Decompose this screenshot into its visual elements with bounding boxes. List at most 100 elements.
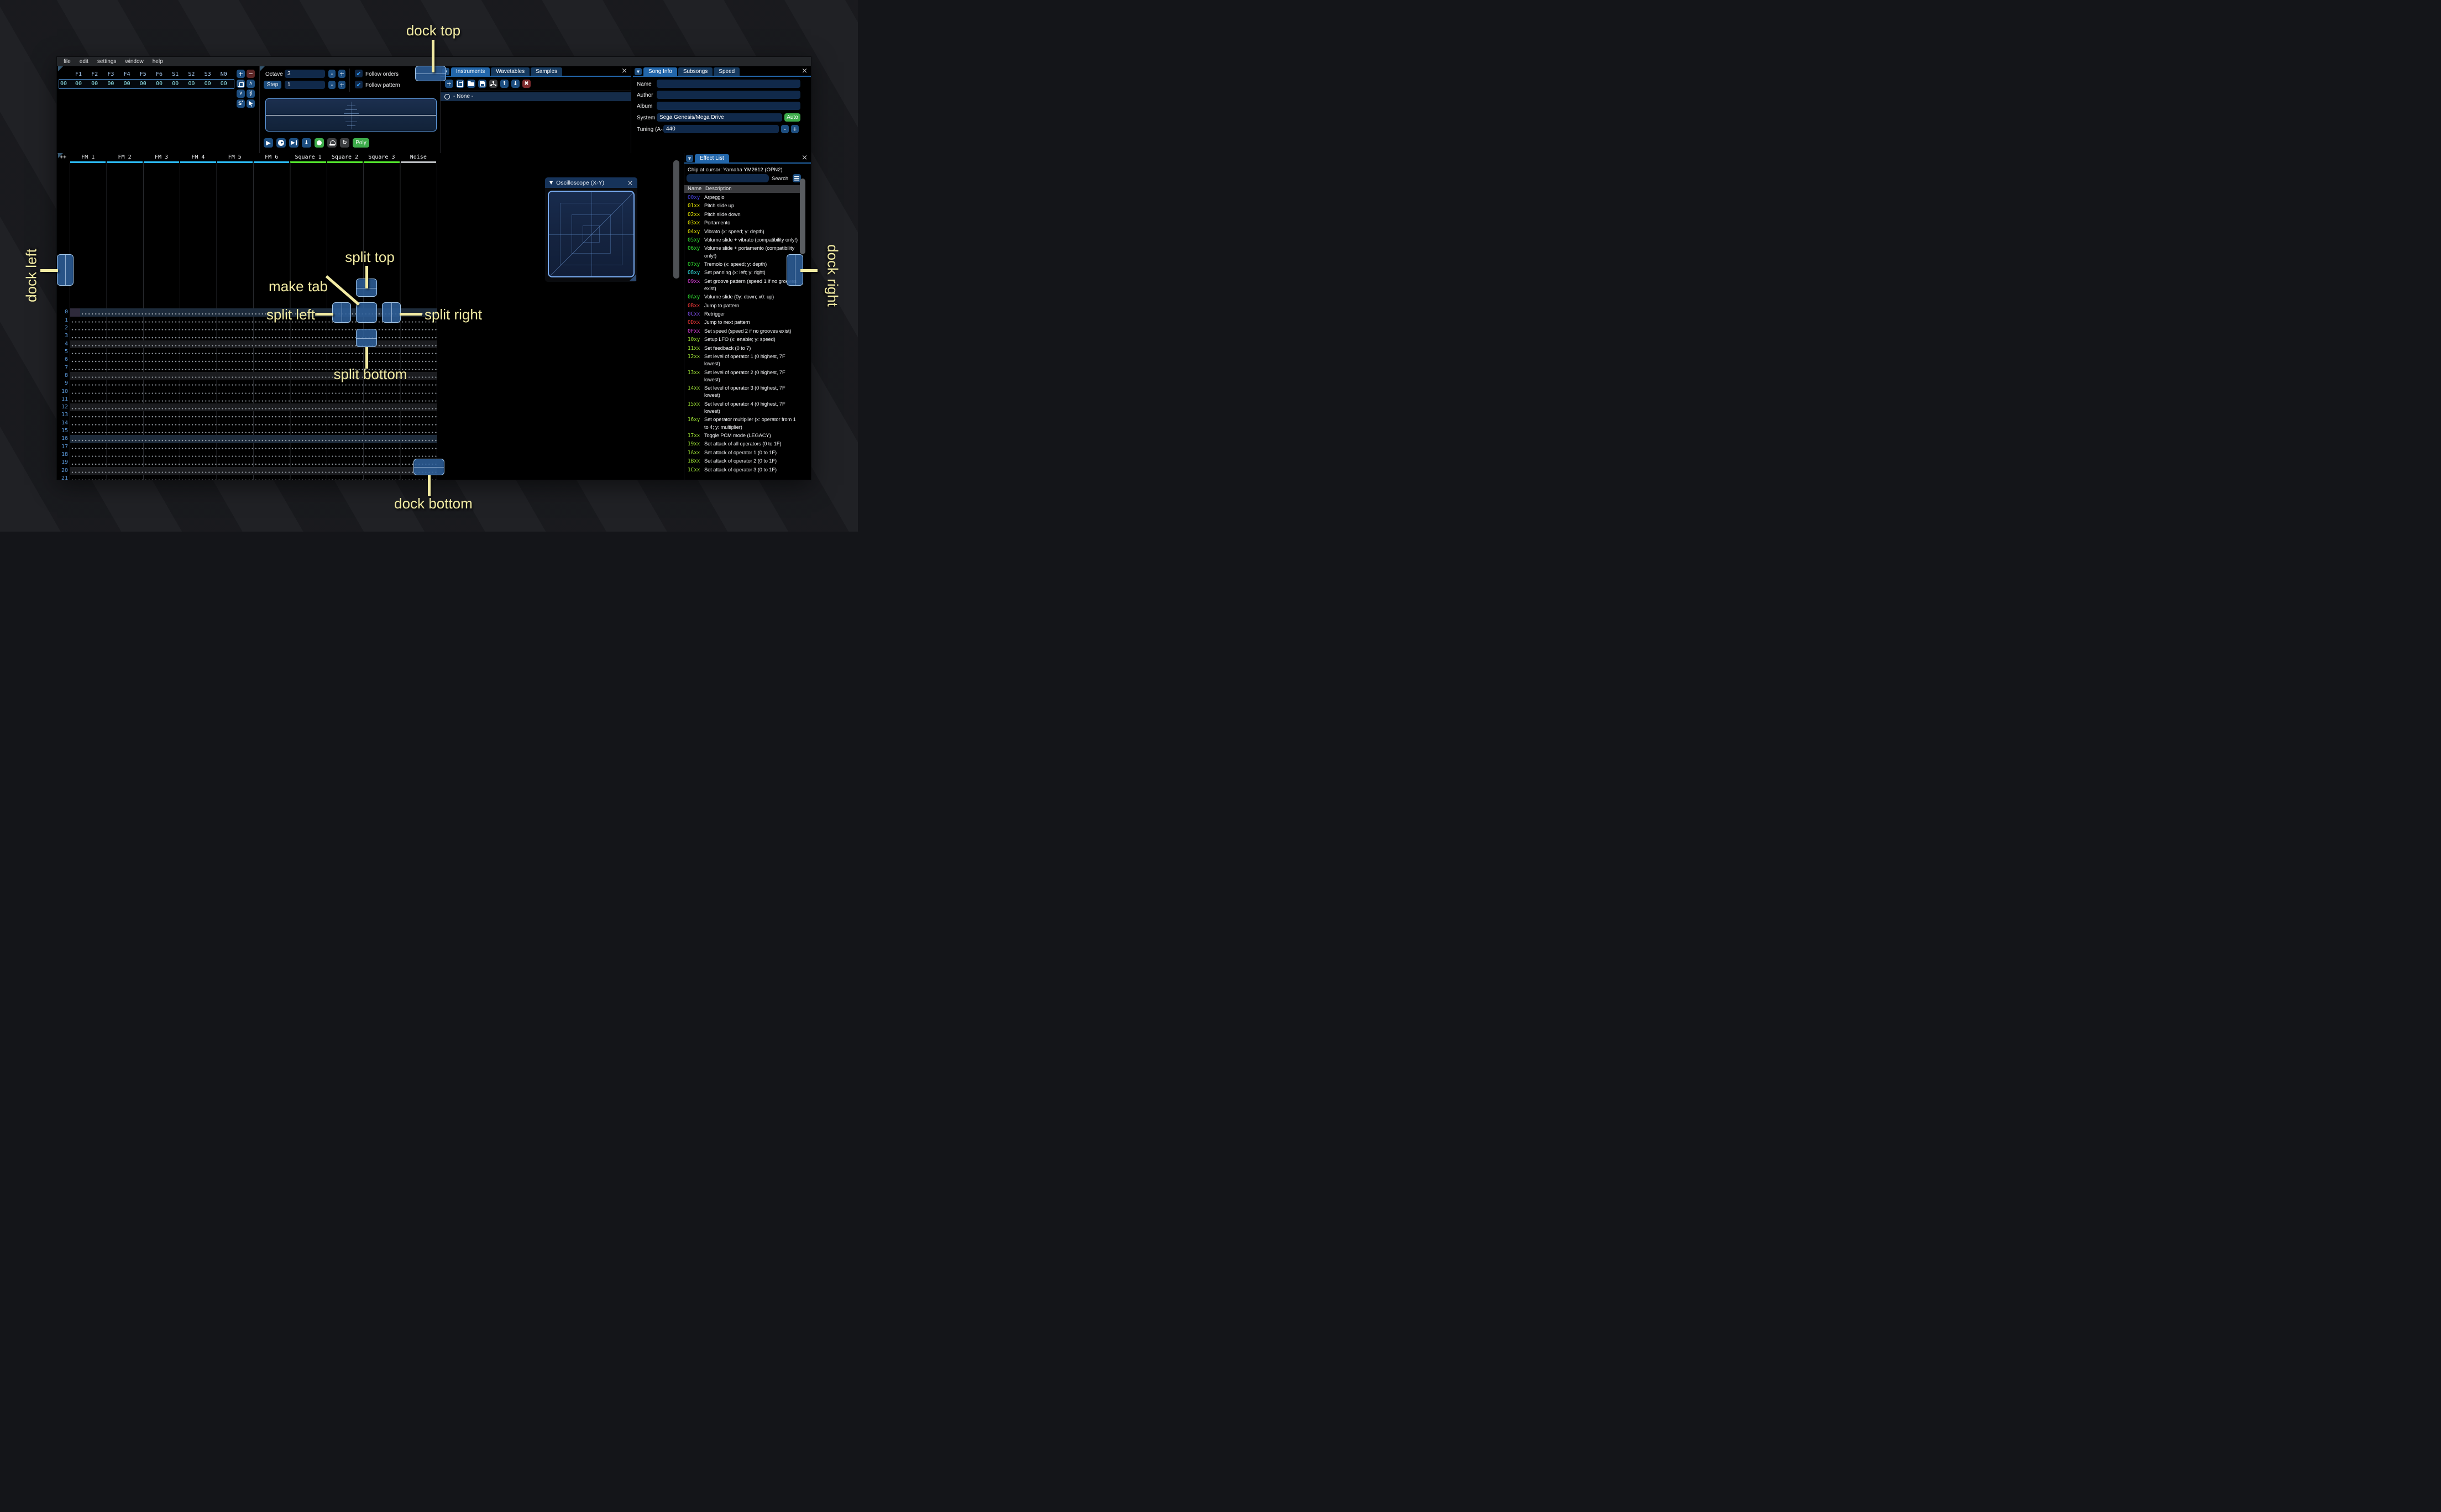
make-tab-button[interactable] (356, 302, 377, 323)
save-instrument-button[interactable] (478, 80, 486, 88)
order-cell[interactable]: 00 (135, 81, 151, 87)
move-instrument-up-button[interactable]: ↑ (500, 80, 509, 88)
effect-row[interactable]: 07xy Tremolo (x: speed; y: depth) (684, 261, 804, 268)
channel-header-square-1[interactable]: Square 1 (290, 154, 326, 161)
pattern-scrollbar[interactable] (673, 160, 679, 279)
order-cell[interactable]: 00 (102, 81, 119, 87)
tab-effect-list[interactable]: Effect List (695, 154, 729, 162)
step-button[interactable]: Step (264, 81, 281, 89)
menu-item-help[interactable]: help (148, 57, 167, 66)
order-cell[interactable]: 00 (167, 81, 184, 87)
author-input[interactable] (657, 91, 800, 99)
effect-row[interactable]: 0Cxx Retrigger (684, 311, 804, 318)
step-input[interactable] (285, 81, 325, 89)
channel-header-noise[interactable]: Noise (400, 154, 437, 161)
duplicate-order-end-button[interactable]: ∨ ∨ (247, 90, 255, 98)
pattern-row[interactable]: 11 (58, 395, 683, 404)
add-order-button[interactable]: + (237, 70, 245, 78)
tab-list-popup-button[interactable]: ▼ (686, 155, 693, 162)
channel-header-fm-2[interactable]: FM 2 (106, 154, 143, 161)
repeat-pattern-button[interactable]: ↻ (340, 138, 349, 148)
channel-header-fm-4[interactable]: FM 4 (180, 154, 216, 161)
effect-row[interactable]: 16xy Set operator multiplier (x: operator… (684, 416, 804, 431)
tab-subsongs[interactable]: Subsongs (678, 67, 713, 76)
move-instrument-down-button[interactable]: ↓ (511, 80, 520, 88)
order-edit-mode-button[interactable] (247, 99, 255, 108)
step-minus-button[interactable]: - (328, 81, 336, 89)
octave-input[interactable] (285, 70, 325, 78)
step-plus-button[interactable]: + (338, 81, 345, 89)
pattern-row[interactable]: 16 (58, 435, 683, 443)
duplicate-order-button[interactable] (237, 80, 245, 88)
order-cell[interactable]: 00 (151, 81, 167, 87)
step-one-row-button[interactable]: ↓ (302, 138, 311, 148)
tab-instruments[interactable]: Instruments (451, 67, 490, 76)
effect-row[interactable]: 0Bxx Jump to pattern (684, 302, 804, 309)
order-cell[interactable]: 00 (183, 81, 200, 87)
tuning-input[interactable] (663, 125, 779, 133)
effect-row[interactable]: 17xx Toggle PCM mode (LEGACY) (684, 432, 804, 439)
order-cell[interactable]: 00 (119, 81, 135, 87)
pattern-row[interactable]: 15 (58, 427, 683, 435)
pattern-row[interactable]: 18 (58, 451, 683, 459)
open-instrument-button[interactable] (467, 80, 475, 88)
poly-toggle-button[interactable]: Poly (353, 138, 369, 148)
delete-instrument-button[interactable]: ✖ (522, 80, 531, 88)
metronome-button[interactable] (327, 138, 337, 148)
split-bottom-button[interactable] (356, 329, 377, 347)
menu-item-settings[interactable]: settings (93, 57, 121, 66)
dock-bottom-button[interactable] (413, 459, 444, 475)
channel-header-fm-5[interactable]: FM 5 (217, 154, 253, 161)
effect-row[interactable]: 09xx Set groove pattern (speed 1 if no gr… (684, 278, 804, 292)
octave-plus-button[interactable]: + (338, 70, 345, 78)
effect-row[interactable]: 19xx Set attack of all operators (0 to 1F… (684, 440, 804, 448)
tuning-minus-button[interactable]: - (781, 125, 789, 133)
name-input[interactable] (657, 80, 800, 88)
dock-top-button[interactable] (415, 66, 446, 81)
effect-row[interactable]: 08xy Set panning (x: left; y: right) (684, 269, 804, 276)
move-order-up-button[interactable]: ∧ (247, 80, 255, 88)
pattern-row[interactable]: 21 (58, 475, 683, 480)
effect-row[interactable]: 15xx Set level of operator 4 (0 highest, … (684, 401, 804, 415)
close-icon[interactable]: × (621, 67, 627, 75)
close-icon[interactable]: × (802, 154, 808, 161)
pattern-row[interactable]: 19 (58, 459, 683, 467)
order-cell[interactable]: 00 (70, 81, 87, 87)
pattern-row[interactable]: 20 (58, 466, 683, 475)
pattern-row[interactable]: 14 (58, 419, 683, 428)
add-instrument-button[interactable]: + (445, 80, 453, 88)
order-cell[interactable]: 00 (216, 81, 232, 87)
album-input[interactable] (657, 102, 800, 110)
order-cell[interactable]: 00 (200, 81, 216, 87)
pattern-cursor[interactable] (70, 308, 80, 317)
effect-row[interactable]: 03xx Portamento (684, 219, 804, 227)
effect-row[interactable]: 13xx Set level of operator 2 (0 highest, … (684, 369, 804, 384)
channel-header-fm-1[interactable]: FM 1 (70, 154, 106, 161)
system-input[interactable] (657, 113, 782, 122)
tuning-plus-button[interactable]: + (791, 125, 799, 133)
menu-item-file[interactable]: file (59, 57, 75, 66)
menu-item-edit[interactable]: edit (75, 57, 93, 66)
expand-channels-button[interactable]: ++ (60, 154, 66, 160)
effect-row[interactable]: 10xy Setup LFO (x: enable; y: speed) (684, 336, 804, 343)
tab-list-popup-button[interactable]: ▼ (635, 68, 642, 75)
oscilloscope-titlebar[interactable]: ▼ Oscilloscope (X-Y) (545, 177, 637, 188)
edit-record-button[interactable] (315, 138, 324, 148)
effect-row[interactable]: 1Cxx Set attack of operator 3 (0 to 1F) (684, 466, 804, 474)
effect-row[interactable]: 0Fxx Set speed (speed 2 if no grooves exi… (684, 328, 804, 335)
channel-header-fm-3[interactable]: FM 3 (143, 154, 180, 161)
effect-row[interactable]: 1Bxx Set attack of operator 2 (0 to 1F) (684, 458, 804, 465)
channel-header-square-2[interactable]: Square 2 (327, 154, 363, 161)
effect-row[interactable]: 0Axy Volume slide (0y: down; x0: up) (684, 293, 804, 301)
resize-grip[interactable] (630, 274, 636, 281)
instrument-folders-button[interactable] (489, 80, 497, 88)
pattern-row[interactable]: 5 (58, 348, 683, 356)
pattern-row[interactable]: 6 (58, 356, 683, 364)
instrument-list-item[interactable]: - None - (441, 92, 631, 101)
play-from-beginning-button[interactable] (276, 138, 286, 148)
effect-row[interactable]: 11xx Set feedback (0 to 7) (684, 345, 804, 352)
effect-row[interactable]: 00xy Arpeggio (684, 194, 804, 201)
close-icon[interactable]: × (627, 179, 633, 187)
follow-pattern-checkbox[interactable]: ✔ (355, 81, 363, 88)
channel-header-square-3[interactable]: Square 3 (363, 154, 400, 161)
